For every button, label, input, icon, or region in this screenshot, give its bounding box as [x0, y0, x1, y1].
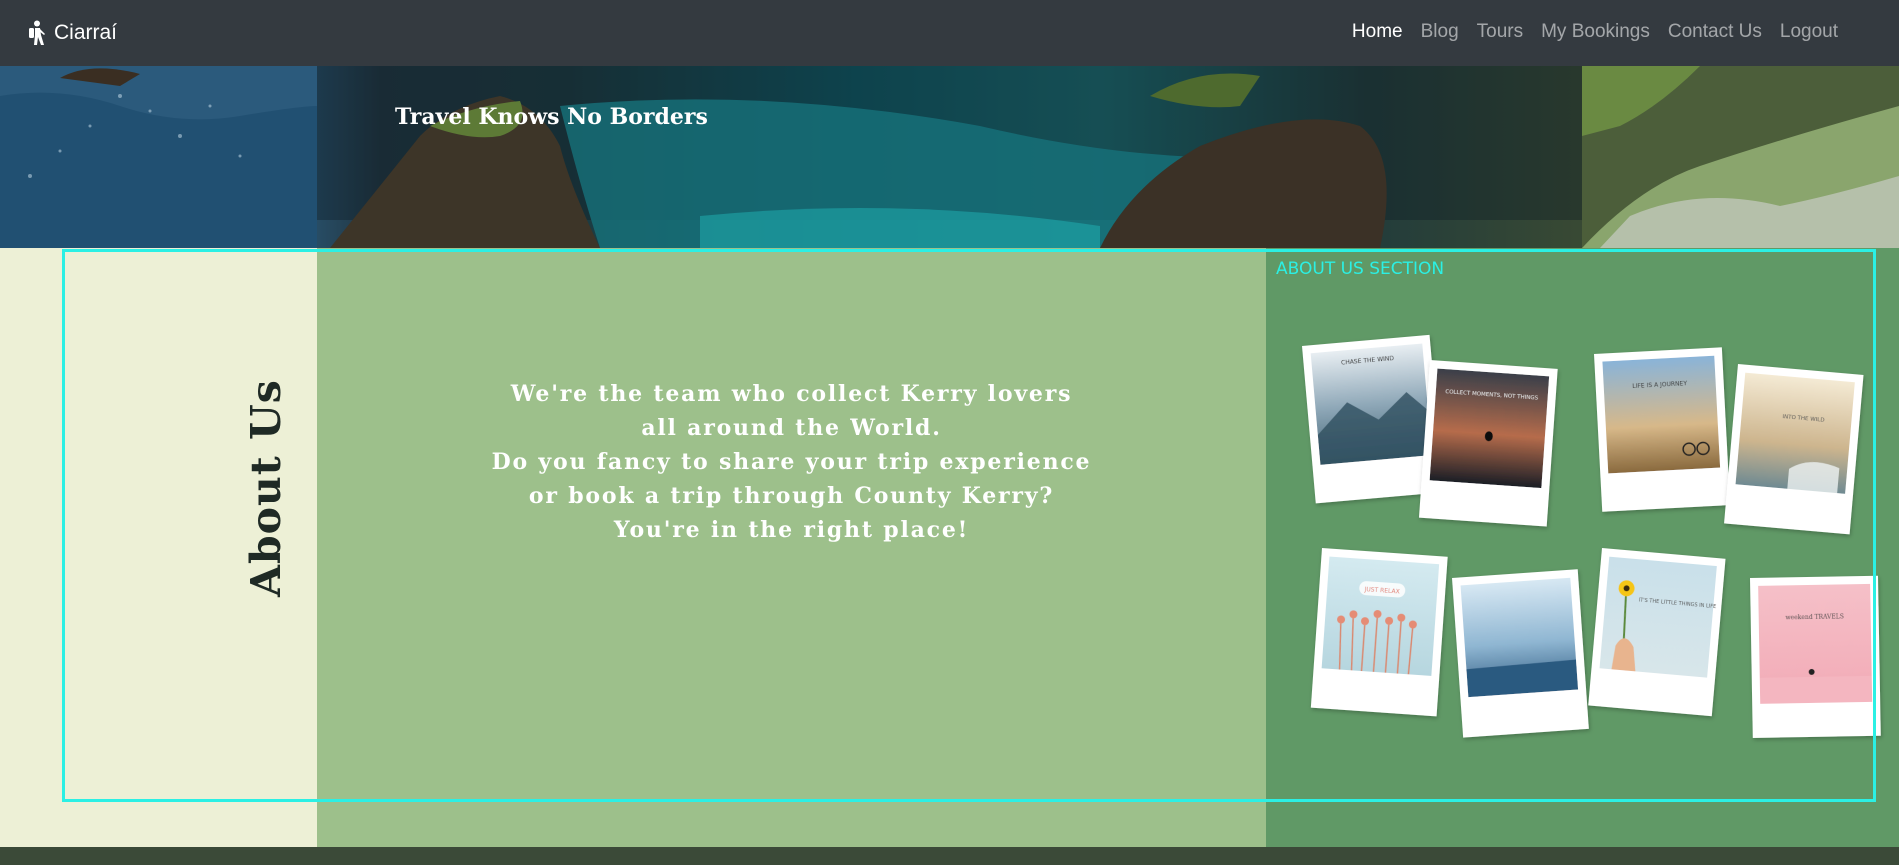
brand-name: Ciarraí — [54, 21, 118, 44]
nav-logout[interactable]: Logout — [1780, 20, 1838, 44]
polaroid-photo: INTO THE WILD — [1724, 364, 1864, 535]
about-line: or book a trip through County Kerry? — [528, 483, 1055, 509]
hero-banner: Travel Knows No Borders — [0, 66, 1899, 248]
polaroid-photo — [1452, 569, 1589, 738]
polaroid-collage: CHASE THE WIND COLLECT MOMENTS, NOT THIN… — [1302, 334, 1881, 738]
polaroid-photo: IT'S THE LITTLE THINGS IN LIFE — [1588, 548, 1726, 717]
nav-contact-us[interactable]: Contact Us — [1668, 20, 1762, 44]
about-line: You're in the right place! — [613, 517, 970, 543]
polaroid-photo: weekend TRAVELS — [1750, 575, 1881, 738]
hero-landscape-image — [0, 66, 1899, 248]
nav-blog[interactable]: Blog — [1421, 20, 1459, 44]
polaroid-photo: JUST RELAX — [1310, 548, 1448, 717]
brand-link[interactable]: Ciarraí — [26, 18, 117, 48]
hero-title: Travel Knows No Borders — [395, 104, 708, 130]
hiker-icon — [29, 20, 45, 45]
about-description: We're the team who collect Kerry lovers … — [317, 377, 1266, 547]
footer-bar — [0, 847, 1899, 865]
top-navbar: Ciarraí Home Blog Tours My Bookings Cont… — [0, 0, 1899, 66]
nav-tours[interactable]: Tours — [1477, 20, 1523, 44]
about-line: We're the team who collect Kerry lovers — [510, 381, 1073, 407]
section-label: ABOUT US SECTION — [1276, 259, 1445, 279]
about-text-column — [317, 248, 1266, 847]
polaroid-caption: weekend TRAVELS — [1785, 613, 1844, 621]
polaroid-photo: LIFE IS A JOURNEY — [1594, 347, 1731, 512]
nav-home[interactable]: Home — [1352, 20, 1403, 44]
about-heading: About Us — [242, 379, 290, 597]
about-line: Do you fancy to share your trip experien… — [491, 449, 1092, 475]
polaroid-photo: COLLECT MOMENTS, NOT THINGS — [1418, 360, 1558, 527]
main-nav: Home Blog Tours My Bookings Contact Us L… — [1334, 20, 1838, 44]
about-line: all around the World. — [641, 415, 942, 441]
nav-my-bookings[interactable]: My Bookings — [1541, 20, 1650, 44]
